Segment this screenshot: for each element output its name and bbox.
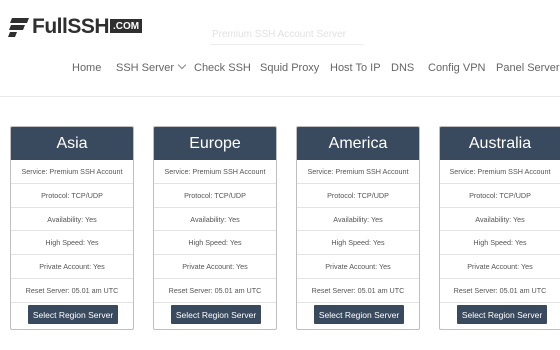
region-title: Europe	[154, 127, 276, 160]
protocol-row: Protocol: TCP/UDP	[297, 184, 419, 208]
service-row: Service: Premium SSH Account	[297, 160, 419, 184]
private-account-row: Private Account: Yes	[297, 255, 419, 279]
high-speed-row: High Speed: Yes	[440, 231, 560, 256]
card-footer: Select Region Server	[440, 302, 560, 329]
region-card-asia: Asia Service: Premium SSH Account Protoc…	[10, 126, 134, 330]
reset-server-row: Reset Server: 05.01 am UTC	[11, 279, 133, 303]
reset-server-row: Reset Server: 05.01 am UTC	[154, 279, 276, 303]
availability-row: Availability: Yes	[440, 208, 560, 232]
high-speed-row: High Speed: Yes	[154, 231, 276, 256]
protocol-row: Protocol: TCP/UDP	[440, 184, 560, 208]
high-speed-row: High Speed: Yes	[297, 231, 419, 256]
region-card-australia: Australia Service: Premium SSH Account P…	[439, 126, 560, 330]
region-title: Australia	[440, 127, 560, 160]
reset-server-row: Reset Server: 05.01 am UTC	[440, 279, 560, 303]
service-row: Service: Premium SSH Account	[154, 160, 276, 184]
protocol-row: Protocol: TCP/UDP	[154, 184, 276, 208]
card-footer: Select Region Server	[297, 302, 419, 329]
availability-row: Availability: Yes	[154, 208, 276, 232]
availability-row: Availability: Yes	[297, 208, 419, 232]
reset-server-row: Reset Server: 05.01 am UTC	[297, 279, 419, 303]
service-row: Service: Premium SSH Account	[440, 160, 560, 184]
select-region-button[interactable]: Select Region Server	[314, 305, 404, 324]
protocol-row: Protocol: TCP/UDP	[11, 184, 133, 208]
select-region-button[interactable]: Select Region Server	[457, 305, 547, 324]
select-region-button[interactable]: Select Region Server	[28, 305, 118, 324]
availability-row: Availability: Yes	[11, 208, 133, 232]
card-footer: Select Region Server	[154, 302, 276, 329]
select-region-button[interactable]: Select Region Server	[171, 305, 261, 324]
region-title: Asia	[11, 127, 133, 160]
service-row: Service: Premium SSH Account	[11, 160, 133, 184]
private-account-row: Private Account: Yes	[11, 255, 133, 279]
region-card-america: America Service: Premium SSH Account Pro…	[296, 126, 420, 330]
card-footer: Select Region Server	[11, 302, 133, 329]
private-account-row: Private Account: Yes	[440, 255, 560, 279]
private-account-row: Private Account: Yes	[154, 255, 276, 279]
region-card-europe: Europe Service: Premium SSH Account Prot…	[153, 126, 277, 330]
region-cards: Asia Service: Premium SSH Account Protoc…	[0, 0, 560, 350]
high-speed-row: High Speed: Yes	[11, 231, 133, 256]
region-title: America	[297, 127, 419, 160]
